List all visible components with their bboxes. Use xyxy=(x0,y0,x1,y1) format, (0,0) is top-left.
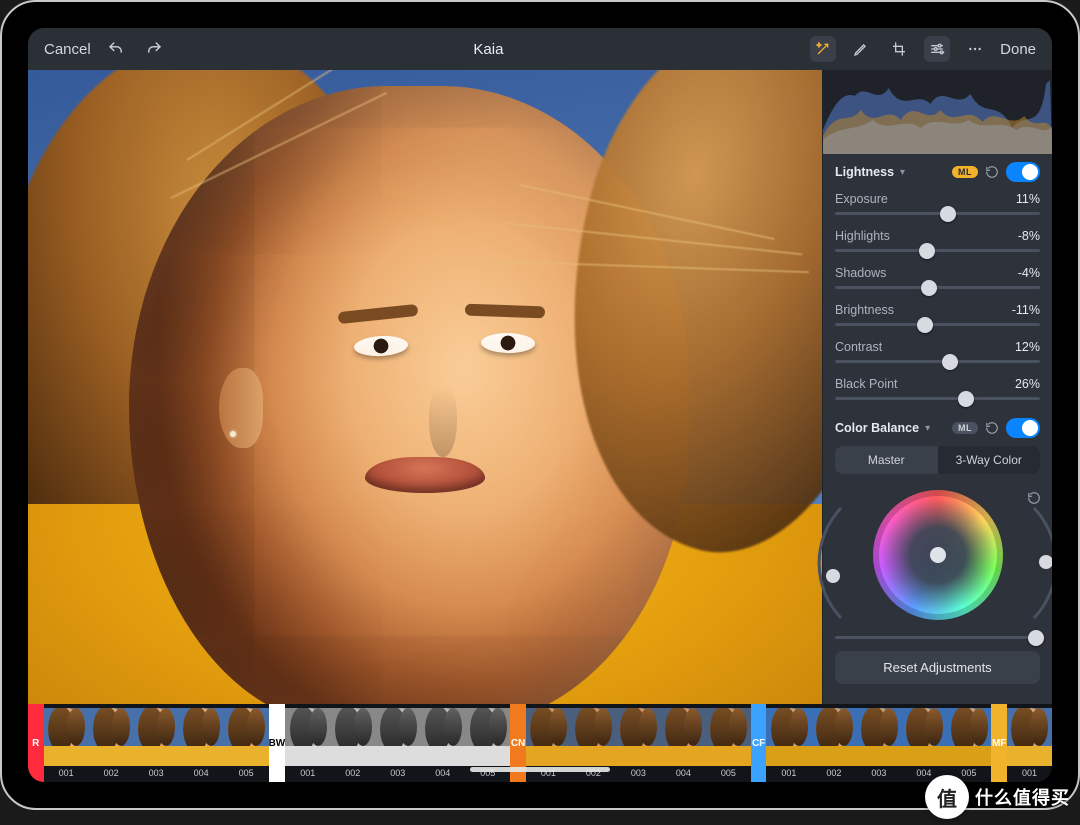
preset-item[interactable]: 001 xyxy=(1007,704,1052,782)
ml-badge[interactable]: ML xyxy=(952,166,978,178)
preset-label: 001 xyxy=(300,768,315,778)
preset-label: 004 xyxy=(676,768,691,778)
slider-contrast[interactable]: Contrast 12% xyxy=(823,336,1052,373)
preset-item[interactable]: 003 xyxy=(856,704,901,782)
preset-item[interactable]: 003 xyxy=(616,704,661,782)
lightness-section-header[interactable]: Lightness ▾ ML xyxy=(823,154,1052,188)
reset-adjustments-button[interactable]: Reset Adjustments xyxy=(835,651,1040,684)
pencil-icon[interactable] xyxy=(848,36,874,62)
preset-label: 005 xyxy=(239,768,254,778)
more-icon[interactable] xyxy=(962,36,988,62)
main-area: Lightness ▾ ML Exposure 11% Highlights -8% S… xyxy=(28,70,1052,704)
preset-item[interactable]: 001 xyxy=(44,704,89,782)
color-wheel-area xyxy=(823,484,1052,630)
document-title: Kaia xyxy=(185,41,792,58)
preset-label: 005 xyxy=(721,768,736,778)
preset-item[interactable]: 001 xyxy=(285,704,330,782)
preset-label: 004 xyxy=(194,768,209,778)
slider-value: 12% xyxy=(1015,340,1040,354)
preset-group-r[interactable]: R xyxy=(28,704,44,782)
preset-item[interactable]: 003 xyxy=(134,704,179,782)
magic-wand-icon[interactable] xyxy=(810,36,836,62)
app-viewport: Cancel Kaia xyxy=(28,28,1052,782)
color-balance-title: Color Balance xyxy=(835,421,919,435)
slider-highlights[interactable]: Highlights -8% xyxy=(823,225,1052,262)
slider-label: Highlights xyxy=(835,229,890,243)
preset-item[interactable]: 005 xyxy=(224,704,269,782)
image-canvas[interactable] xyxy=(28,70,822,704)
slider-label: Shadows xyxy=(835,266,886,280)
preset-item[interactable]: 002 xyxy=(330,704,375,782)
chevron-down-icon: ▾ xyxy=(900,167,905,178)
lightness-title: Lightness xyxy=(835,165,894,179)
slider-label: Black Point xyxy=(835,377,898,391)
reset-lightness-icon[interactable] xyxy=(984,164,1000,180)
slider-label: Exposure xyxy=(835,192,888,206)
adjustments-icon[interactable] xyxy=(924,36,950,62)
undo-icon[interactable] xyxy=(103,36,129,62)
watermark-badge: 值 xyxy=(925,775,969,819)
ipad-frame: Cancel Kaia xyxy=(0,0,1080,810)
preset-group-mf[interactable]: MF xyxy=(991,704,1007,782)
slider-value: 26% xyxy=(1015,377,1040,391)
preset-label: 003 xyxy=(149,768,164,778)
tab-3way-color[interactable]: 3-Way Color xyxy=(938,446,1041,474)
colorbalance-mode-segment: Master 3-Way Color xyxy=(835,446,1040,474)
cancel-button[interactable]: Cancel xyxy=(44,41,91,58)
chevron-down-icon: ▾ xyxy=(925,423,930,434)
preset-label: 004 xyxy=(435,768,450,778)
adjustments-panel: Lightness ▾ ML Exposure 11% Highlights -8% S… xyxy=(822,70,1052,704)
intensity-slider[interactable] xyxy=(835,636,1040,639)
preset-item[interactable]: 002 xyxy=(811,704,856,782)
reset-colorbalance-icon[interactable] xyxy=(984,420,1000,436)
slider-value: -4% xyxy=(1018,266,1040,280)
preset-item[interactable]: 004 xyxy=(179,704,224,782)
preset-group-cf[interactable]: CF xyxy=(751,704,767,782)
histogram xyxy=(823,70,1052,154)
portrait-illustration xyxy=(28,70,822,704)
slider-label: Brightness xyxy=(835,303,894,317)
preset-label: 003 xyxy=(871,768,886,778)
preset-item[interactable]: 005 xyxy=(946,704,991,782)
watermark: 值 什么值得买 xyxy=(925,775,1070,819)
home-indicator xyxy=(470,767,610,772)
preset-label: 002 xyxy=(104,768,119,778)
preset-item[interactable]: 004 xyxy=(661,704,706,782)
color-wheel-handle[interactable] xyxy=(930,547,946,563)
colorbalance-toggle[interactable] xyxy=(1006,418,1040,438)
preset-label: 002 xyxy=(826,768,841,778)
slider-brightness[interactable]: Brightness -11% xyxy=(823,299,1052,336)
slider-value: -11% xyxy=(1012,303,1040,317)
preset-label: 002 xyxy=(345,768,360,778)
color-wheel[interactable] xyxy=(873,490,1003,620)
slider-value: -8% xyxy=(1018,229,1040,243)
preset-item[interactable]: 001 xyxy=(766,704,811,782)
slider-black-point[interactable]: Black Point 26% xyxy=(823,373,1052,410)
preset-label: 001 xyxy=(59,768,74,778)
watermark-text: 什么值得买 xyxy=(975,784,1070,810)
preset-label: 003 xyxy=(390,768,405,778)
preset-item[interactable]: 005 xyxy=(706,704,751,782)
color-balance-section-header[interactable]: Color Balance ▾ ML xyxy=(823,410,1052,444)
slider-label: Contrast xyxy=(835,340,882,354)
top-toolbar: Cancel Kaia xyxy=(28,28,1052,70)
preset-item[interactable]: 004 xyxy=(420,704,465,782)
slider-shadows[interactable]: Shadows -4% xyxy=(823,262,1052,299)
preset-item[interactable]: 004 xyxy=(901,704,946,782)
preset-label: 001 xyxy=(781,768,796,778)
preset-group-bw[interactable]: BW xyxy=(269,704,286,782)
ml-badge[interactable]: ML xyxy=(952,422,978,434)
preset-item[interactable]: 002 xyxy=(89,704,134,782)
crop-icon[interactable] xyxy=(886,36,912,62)
lightness-toggle[interactable] xyxy=(1006,162,1040,182)
done-button[interactable]: Done xyxy=(1000,41,1036,58)
slider-value: 11% xyxy=(1016,192,1040,206)
slider-exposure[interactable]: Exposure 11% xyxy=(823,188,1052,225)
tab-master[interactable]: Master xyxy=(835,446,938,474)
redo-icon[interactable] xyxy=(141,36,167,62)
preset-item[interactable]: 003 xyxy=(375,704,420,782)
preset-label: 003 xyxy=(631,768,646,778)
